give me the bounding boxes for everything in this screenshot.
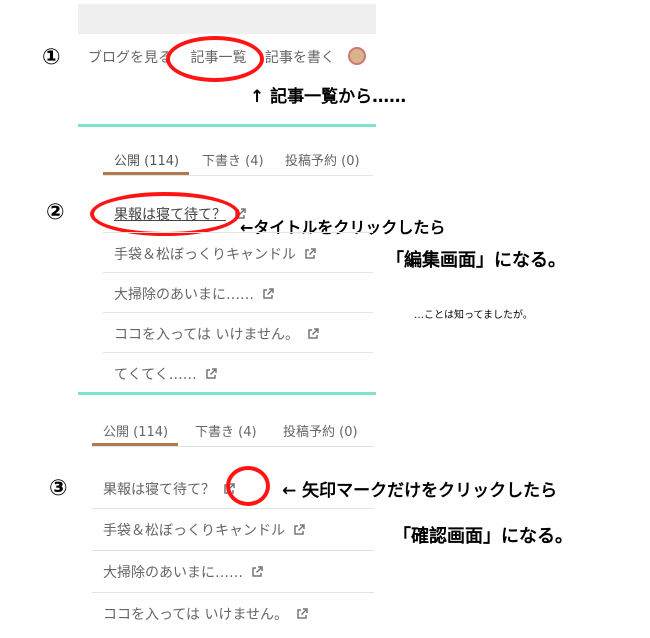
list-item: 手袋＆松ぼっくりキャンドル <box>103 520 305 540</box>
row-divider <box>92 592 374 593</box>
list-item: 大掃除のあいまに…… <box>114 284 274 304</box>
list-item: てくてく…… <box>114 364 217 384</box>
row-divider <box>103 352 373 353</box>
article-title-link[interactable]: ココを入っては いけません。 <box>103 607 288 623</box>
list-item: 果報は寝て待て？ <box>103 479 235 499</box>
row-divider <box>103 272 373 273</box>
article-title-link[interactable]: 大掃除のあいまに…… <box>114 287 254 303</box>
tab-divider <box>92 446 374 447</box>
external-link-icon[interactable] <box>307 328 319 340</box>
row-divider <box>92 508 374 509</box>
note-icon-click: ← 矢印マークだけをクリックしたら <box>282 481 558 501</box>
tab-scheduled[interactable]: 投稿予約 (0) <box>283 421 358 440</box>
tab-public[interactable]: 公開 (114) <box>103 421 168 440</box>
highlight-circle-external-icon <box>226 466 270 506</box>
divider-1 <box>78 124 376 127</box>
tab-scheduled[interactable]: 投稿予約 (0) <box>285 150 360 169</box>
highlight-circle-article-list <box>166 36 264 82</box>
row-divider <box>103 312 373 313</box>
external-link-icon[interactable] <box>293 524 305 536</box>
step-number-1: ① <box>42 45 61 70</box>
article-title-link[interactable]: 手袋＆松ぼっくりキャンドル <box>114 247 296 263</box>
note-edit-screen: 「編集画面」になる。 <box>386 250 566 271</box>
external-link-icon[interactable] <box>296 608 308 620</box>
list-item: ココを入っては いけません。 <box>103 604 308 624</box>
note-title-click: ←タイトルをクリックしたら <box>240 218 446 237</box>
article-title-link[interactable]: 大掃除のあいまに…… <box>103 565 243 581</box>
tab-drafts[interactable]: 下書き (4) <box>195 421 257 440</box>
step-number-2: ② <box>46 200 65 225</box>
tab-divider <box>103 175 373 176</box>
list-item: ココを入っては いけません。 <box>114 324 319 344</box>
top-bar <box>78 4 376 34</box>
article-title-link[interactable]: てくてく…… <box>114 367 197 383</box>
external-link-icon[interactable] <box>304 248 316 260</box>
row-divider <box>103 232 373 233</box>
row-divider <box>92 550 374 551</box>
highlight-circle-title <box>90 192 240 236</box>
external-link-icon[interactable] <box>251 566 263 578</box>
note-confirm-screen: 「確認画面」になる。 <box>393 526 573 547</box>
external-link-icon[interactable] <box>205 368 217 380</box>
step-number-3: ③ <box>49 476 68 501</box>
list-item: 手袋＆松ぼっくりキャンドル <box>114 244 316 264</box>
nav-write-article[interactable]: 記事を書く <box>265 50 335 66</box>
tab-public[interactable]: 公開 (114) <box>114 150 179 169</box>
divider-2 <box>78 392 376 395</box>
article-title-link[interactable]: 手袋＆松ぼっくりキャンドル <box>103 523 285 539</box>
article-title-link[interactable]: ココを入っては いけません。 <box>114 327 299 343</box>
list-item: 大掃除のあいまに…… <box>103 562 263 582</box>
note-already-knew: …ことは知ってましたが。 <box>414 310 533 321</box>
note-from-article-list: ↑ 記事一覧から…… <box>250 87 407 107</box>
external-link-icon[interactable] <box>262 288 274 300</box>
nav-view-blog[interactable]: ブログを見る <box>88 50 172 66</box>
avatar[interactable] <box>348 47 366 65</box>
article-title-link[interactable]: 果報は寝て待て？ <box>103 482 215 498</box>
tab-drafts[interactable]: 下書き (4) <box>202 150 264 169</box>
